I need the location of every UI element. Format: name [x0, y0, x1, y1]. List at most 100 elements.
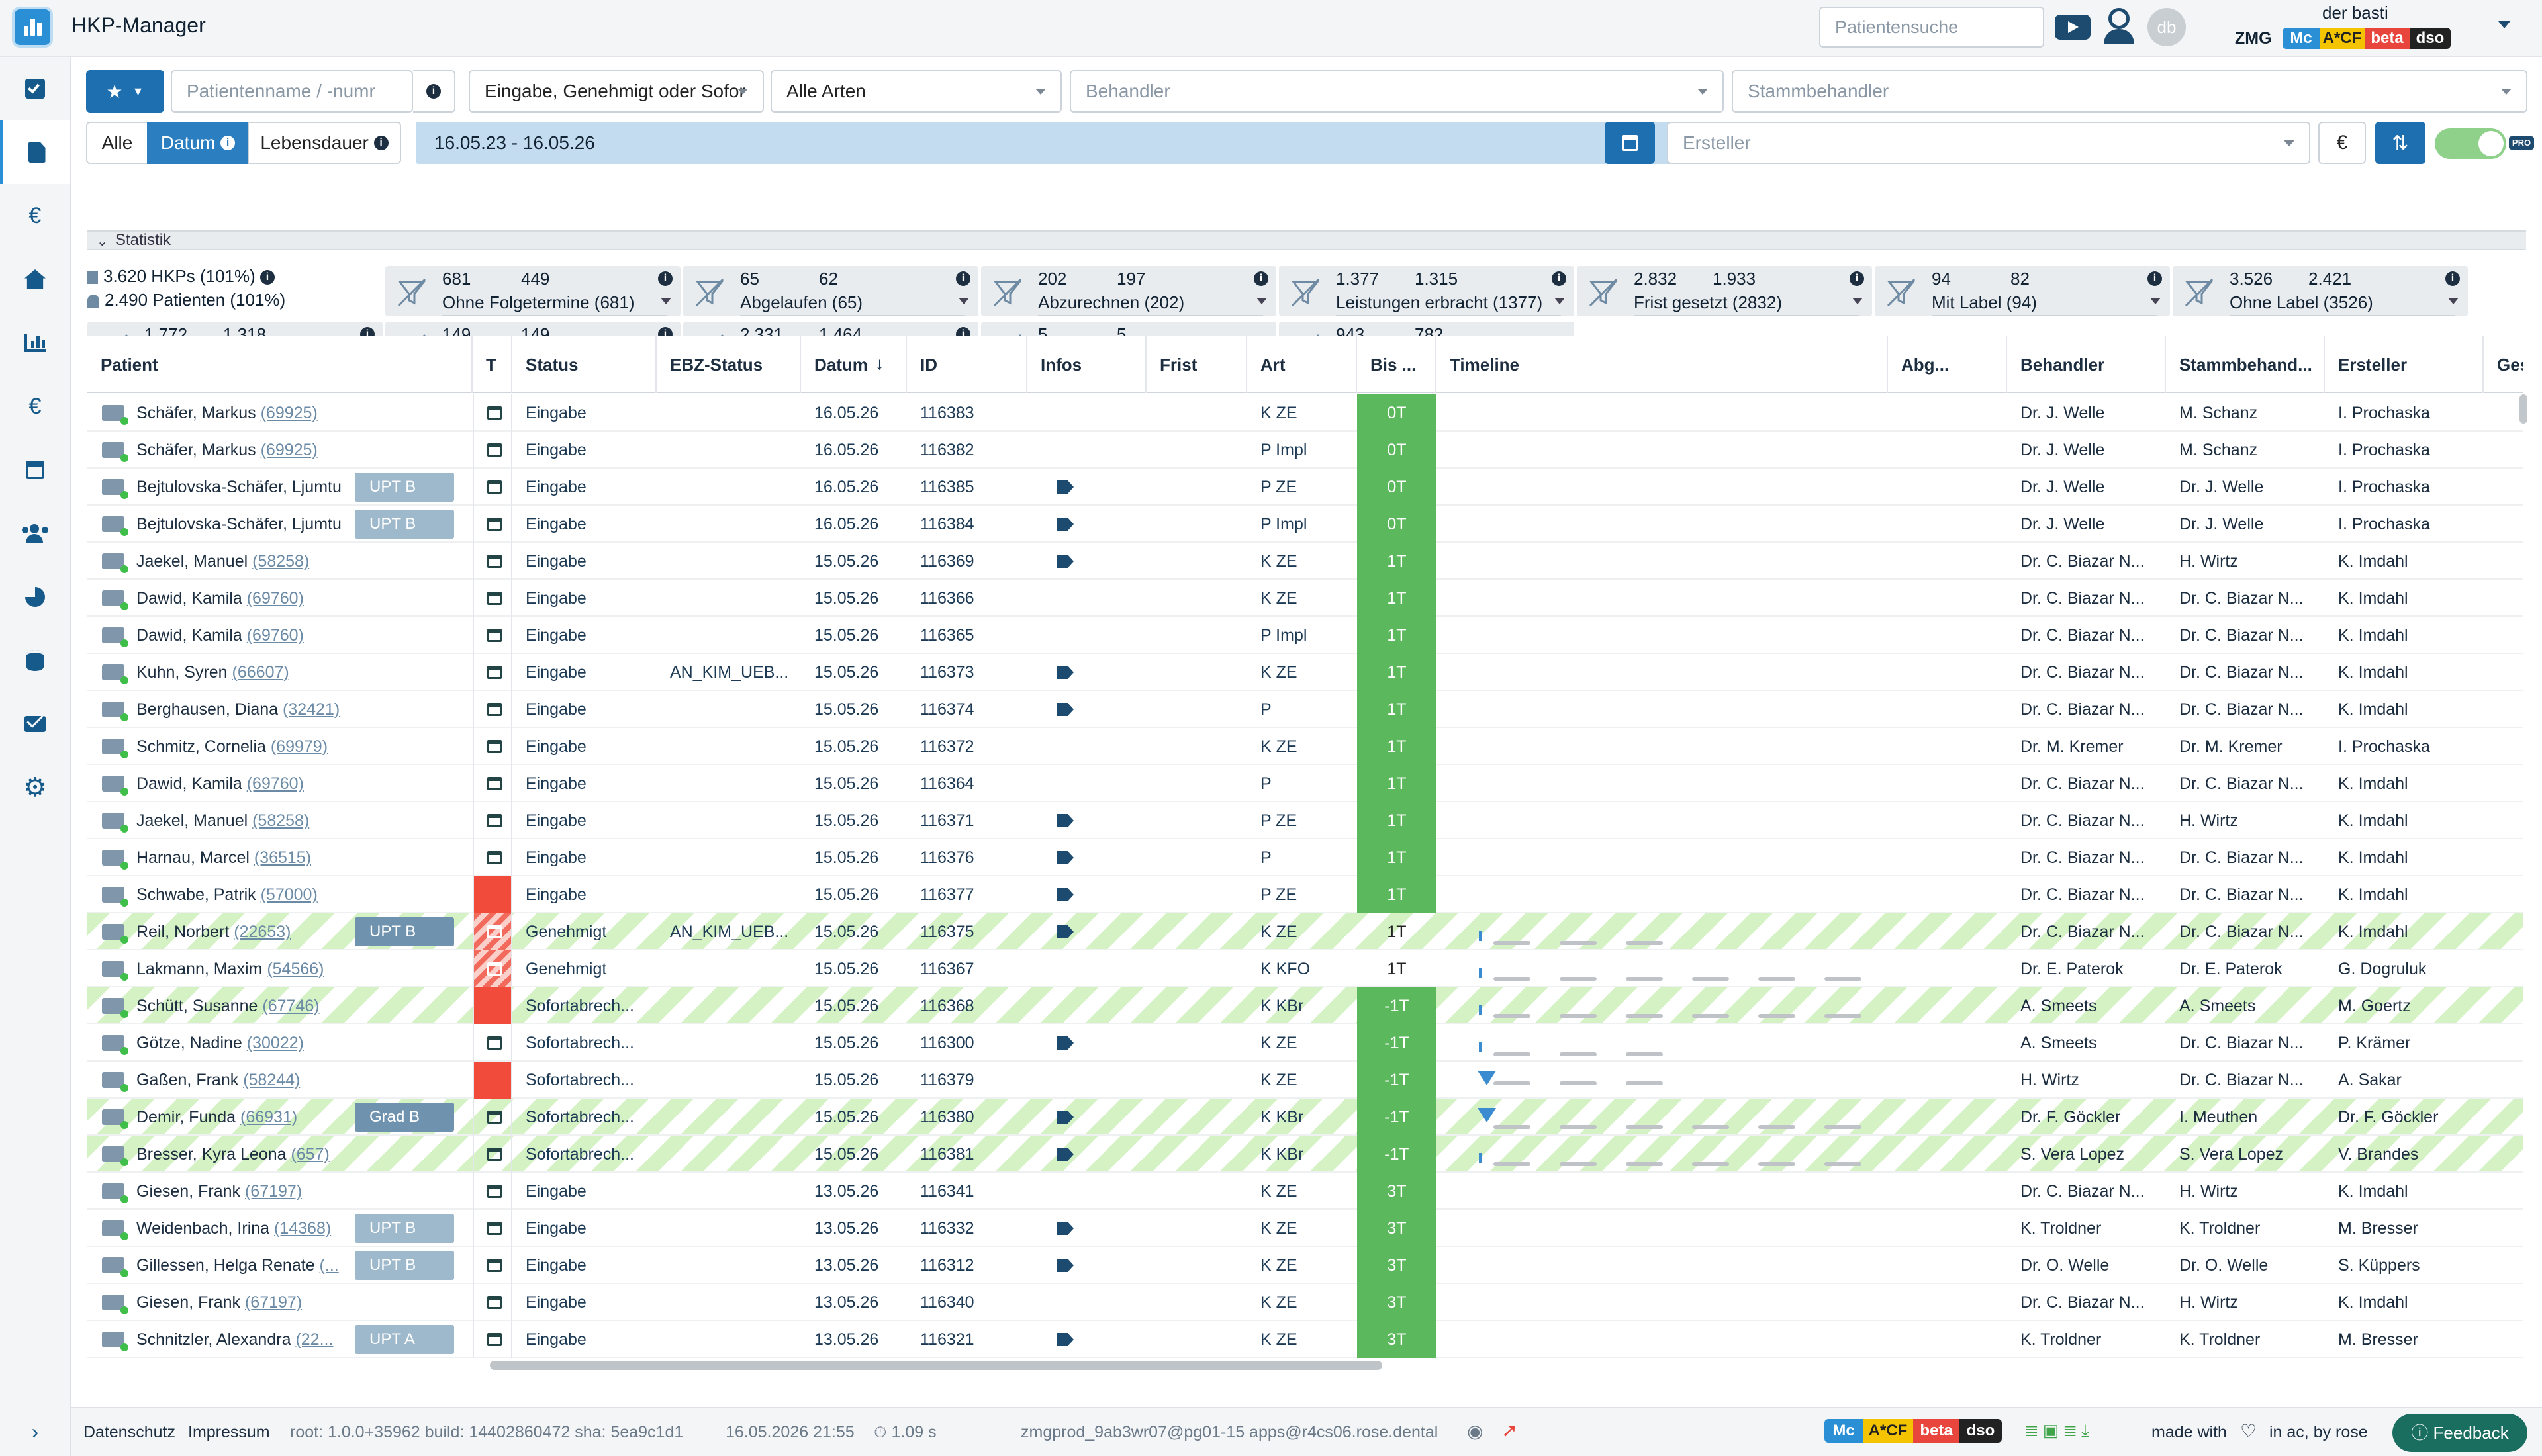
chevron-down-icon[interactable]: [2448, 298, 2459, 310]
tag-icon[interactable]: [1057, 888, 1074, 901]
col-patient-header[interactable]: Patient: [87, 336, 473, 393]
table-row[interactable]: Schäfer, Markus (69925) Eingabe 16.05.26 11…: [87, 432, 2523, 469]
youtube-icon[interactable]: [2055, 15, 2091, 40]
col-bis-header[interactable]: Bis ...: [1357, 336, 1436, 393]
patient-cell[interactable]: Schwabe, Patrik (57000): [136, 876, 355, 913]
patient-name[interactable]: Weidenbach, Irina: [136, 1219, 269, 1238]
patient-name[interactable]: Dawid, Kamila: [136, 626, 242, 645]
info-icon[interactable]: i: [658, 271, 673, 286]
table-row[interactable]: Schäfer, Markus (69925) Eingabe 16.05.26 11…: [87, 394, 2523, 432]
patient-name[interactable]: Reil, Norbert: [136, 923, 229, 941]
table-row[interactable]: Schütt, Susanne (67746) Sofortabrech... 15…: [87, 987, 2523, 1024]
patient-cell[interactable]: Dawid, Kamila (69760): [136, 765, 355, 802]
patient-cell[interactable]: Demir, Funda (66931): [136, 1099, 355, 1136]
filter-off-icon[interactable]: [395, 275, 429, 310]
patient-card-icon[interactable]: [102, 850, 128, 870]
patient-cell[interactable]: Schnitzler, Alexandra (22...: [136, 1321, 355, 1358]
col-ersteller-header[interactable]: Ersteller: [2325, 336, 2484, 393]
filter-off-icon[interactable]: [1884, 275, 1918, 310]
col-stammbehandler-header[interactable]: Stammbehand...: [2166, 336, 2325, 393]
patient-card-icon[interactable]: [102, 998, 128, 1018]
patient-filter-info-button[interactable]: i: [413, 70, 455, 113]
patient-card-icon[interactable]: [102, 813, 128, 833]
col-behandler-header[interactable]: Behandler: [2007, 336, 2166, 393]
info-icon[interactable]: i: [2445, 271, 2460, 286]
tag-icon[interactable]: [1057, 925, 1074, 938]
patient-card-icon[interactable]: [102, 1035, 128, 1055]
patient-id-link[interactable]: (14368): [274, 1219, 331, 1238]
tag-icon[interactable]: [1057, 666, 1074, 679]
tag-icon[interactable]: [1057, 1333, 1074, 1346]
patient-cell[interactable]: Jaekel, Manuel (58258): [136, 802, 355, 839]
patient-id-link[interactable]: (66607): [232, 663, 289, 682]
patient-id-link[interactable]: (657): [291, 1145, 329, 1163]
patient-id-link[interactable]: (69760): [247, 589, 304, 608]
patient-name[interactable]: Harnau, Marcel: [136, 848, 250, 867]
patient-id-link[interactable]: (69760): [247, 774, 304, 793]
sort-button[interactable]: ⇅: [2375, 122, 2425, 164]
patient-cell[interactable]: Götze, Nadine (30022): [136, 1024, 355, 1062]
patient-id-link[interactable]: (32421): [283, 700, 340, 719]
sidebar-item-hkp[interactable]: [0, 120, 70, 184]
table-row[interactable]: Weidenbach, Irina (14368) UPT B Eingabe 13.…: [87, 1210, 2523, 1247]
patient-card-icon[interactable]: [102, 479, 128, 499]
table-row[interactable]: Jaekel, Manuel (58258) Eingabe 15.05.26 116…: [87, 543, 2523, 580]
table-row[interactable]: Schwabe, Patrik (57000) Eingabe 15.05.26 11…: [87, 876, 2523, 913]
col-ebz-status-header[interactable]: EBZ-Status: [657, 336, 801, 393]
patient-name[interactable]: Giesen, Frank: [136, 1293, 240, 1312]
patient-card-icon[interactable]: [102, 1109, 128, 1129]
tag-icon[interactable]: [1057, 703, 1074, 716]
patient-card-icon[interactable]: [102, 1072, 128, 1092]
chevron-down-icon[interactable]: [1554, 298, 1565, 310]
app-logo-icon[interactable]: [12, 7, 53, 48]
patient-card-icon[interactable]: [102, 590, 128, 610]
patient-id-link[interactable]: (...: [320, 1256, 339, 1275]
patient-cell[interactable]: Bejtulovska-Schäfer, Ljumtu: [136, 469, 355, 506]
table-row[interactable]: Berghausen, Diana (32421) Eingabe 15.05.26…: [87, 691, 2523, 728]
table-row[interactable]: Schmitz, Cornelia (69979) Eingabe 15.05.26…: [87, 728, 2523, 765]
patient-cell[interactable]: Lakmann, Maxim (54566): [136, 950, 355, 987]
chevron-down-icon[interactable]: [1256, 298, 1267, 310]
sidebar-item-reports[interactable]: [0, 311, 70, 375]
col-abg-header[interactable]: Abg...: [1888, 336, 2007, 393]
stat-card[interactable]: 65 62 Abgelaufen (65) i: [683, 266, 978, 316]
patient-cell[interactable]: Gaßen, Frank (58244): [136, 1062, 355, 1099]
patient-id-link[interactable]: (57000): [261, 886, 318, 904]
patient-id-link[interactable]: (54566): [267, 960, 324, 978]
stat-card[interactable]: 681 449 Ohne Folgetermine (681) i: [385, 266, 681, 316]
support-agent-icon[interactable]: [2101, 8, 2137, 45]
sidebar-item-billing[interactable]: €: [0, 184, 70, 248]
horizontal-scrollbar[interactable]: [490, 1361, 1382, 1370]
patient-id-link[interactable]: (67197): [245, 1293, 302, 1312]
patient-name[interactable]: Jaekel, Manuel: [136, 811, 248, 830]
table-row[interactable]: Götze, Nadine (30022) Sofortabrech... 15.0…: [87, 1024, 2523, 1062]
timeline-marker-icon[interactable]: [1478, 1071, 1496, 1085]
table-row[interactable]: Bresser, Kyra Leona (657) Sofortabrech...…: [87, 1136, 2523, 1173]
behandler-select[interactable]: Behandler: [1070, 70, 1724, 113]
patient-cell[interactable]: Giesen, Frank (67197): [136, 1284, 355, 1321]
pro-toggle[interactable]: [2435, 128, 2506, 159]
favorites-button[interactable]: ★ ▼: [86, 70, 164, 113]
statistik-toggle[interactable]: ⌄ Statistik: [87, 230, 2526, 250]
tag-icon[interactable]: [1057, 518, 1074, 531]
patient-name[interactable]: Dawid, Kamila: [136, 589, 242, 608]
eye-icon[interactable]: ◉: [1467, 1420, 1483, 1442]
filter-off-icon[interactable]: [1586, 275, 1621, 310]
patient-cell[interactable]: Giesen, Frank (67197): [136, 1173, 355, 1210]
chevron-down-icon[interactable]: [2150, 298, 2161, 310]
table-row[interactable]: Gillessen, Helga Renate (... UPT B Eingabe…: [87, 1247, 2523, 1284]
patient-cell[interactable]: Weidenbach, Irina (14368): [136, 1210, 355, 1247]
col-status-header[interactable]: Status: [512, 336, 657, 393]
patient-name[interactable]: Schäfer, Markus: [136, 441, 256, 459]
table-row[interactable]: Dawid, Kamila (69760) Eingabe 15.05.26 1163…: [87, 617, 2523, 654]
table-row[interactable]: Demir, Funda (66931) Grad B Sofortabrech..…: [87, 1099, 2523, 1136]
table-row[interactable]: Giesen, Frank (67197) Eingabe 13.05.26 1163…: [87, 1173, 2523, 1210]
info-icon[interactable]: i: [2147, 271, 2162, 286]
table-row[interactable]: Gaßen, Frank (58244) Sofortabrech... 15.05…: [87, 1062, 2523, 1099]
patient-cell[interactable]: Dawid, Kamila (69760): [136, 580, 355, 617]
sidebar-item-settings[interactable]: ⚙: [0, 756, 70, 819]
patient-name[interactable]: Bejtulovska-Schäfer, Ljumtu: [136, 478, 342, 496]
patient-cell[interactable]: Bresser, Kyra Leona (657): [136, 1136, 355, 1173]
col-t-header[interactable]: T: [473, 336, 512, 393]
tag-icon[interactable]: [1057, 1036, 1074, 1050]
